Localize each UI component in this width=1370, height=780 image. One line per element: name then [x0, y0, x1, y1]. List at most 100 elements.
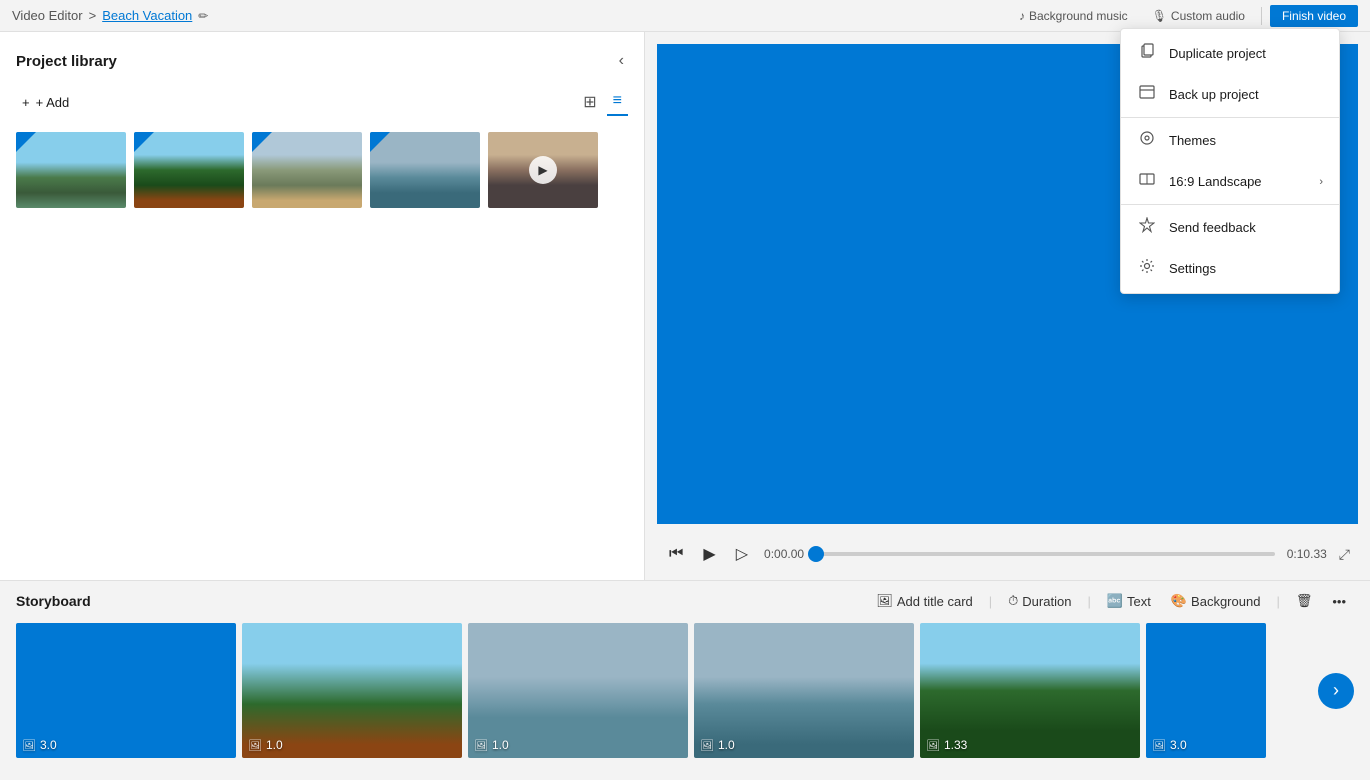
more-icon: •••: [1332, 594, 1346, 609]
clip-2[interactable]: 🖼 1.0: [242, 623, 462, 758]
menu-label-backup: Back up project: [1169, 87, 1259, 102]
landscape-icon: [1137, 171, 1157, 192]
background-music-btn[interactable]: ♪ Background music: [1011, 7, 1136, 25]
menu-divider-1: [1121, 117, 1339, 118]
clip-image-icon: 🖼: [1152, 739, 1166, 752]
clip-3[interactable]: 🖼 1.0: [468, 623, 688, 758]
media-thumb-5[interactable]: ▶: [488, 132, 598, 208]
time-total: 0:10.33: [1287, 547, 1327, 561]
clip-image-icon: 🖼: [22, 739, 36, 752]
menu-divider-2: [1121, 204, 1339, 205]
duration-btn[interactable]: ⏱ Duration: [1000, 589, 1079, 613]
media-thumb-1[interactable]: [16, 132, 126, 208]
pencil-icon: ✏: [198, 9, 208, 23]
duplicate-icon: [1137, 43, 1157, 64]
trash-icon: 🗑: [1296, 593, 1313, 609]
menu-item-backup[interactable]: Back up project: [1121, 74, 1339, 115]
finish-video-btn[interactable]: Finish video: [1270, 5, 1358, 27]
title-card-icon: 🖼: [876, 593, 893, 609]
separator: [1261, 7, 1262, 25]
corner-badge: [370, 132, 390, 152]
next-clip-btn[interactable]: ›: [1318, 673, 1354, 709]
clip-duration-6: 🖼 3.0: [1152, 738, 1187, 752]
clip-duration-1: 🖼 3.0: [22, 738, 57, 752]
rewind-btn[interactable]: ⏮: [665, 541, 687, 567]
delete-btn[interactable]: 🗑: [1288, 589, 1321, 613]
breadcrumb-sep: >: [89, 8, 97, 23]
separator-1: |: [989, 594, 992, 609]
menu-label-landscape: 16:9 Landscape: [1169, 174, 1262, 189]
text-icon: 🔤: [1107, 593, 1123, 609]
menu-label-duplicate: Duplicate project: [1169, 46, 1266, 61]
chevron-right-icon: ›: [1319, 176, 1323, 188]
menu-item-landscape[interactable]: 16:9 Landscape ›: [1121, 161, 1339, 202]
plus-icon: +: [22, 95, 30, 110]
corner-badge: [134, 132, 154, 152]
clip-image-icon: 🖼: [474, 739, 488, 752]
settings-icon: [1137, 258, 1157, 279]
play-icon: ▶: [529, 156, 557, 184]
breadcrumb-project[interactable]: Beach Vacation: [102, 8, 192, 23]
dropdown-menu: Duplicate project Back up project Themes: [1120, 28, 1340, 294]
add-media-btn[interactable]: + + Add: [16, 91, 75, 114]
time-current: 0:00.00: [764, 547, 804, 561]
grid-view-btn[interactable]: ⊞: [577, 88, 602, 116]
panel-header: Project library ‹: [16, 48, 628, 74]
menu-label-feedback: Send feedback: [1169, 220, 1256, 235]
play-btn[interactable]: ▶: [699, 540, 719, 568]
project-library-panel: Project library ‹ + + Add ⊞ ≡: [0, 32, 645, 580]
corner-badge: [252, 132, 272, 152]
themes-icon: [1137, 130, 1157, 151]
media-thumb-4[interactable]: [370, 132, 480, 208]
add-title-card-btn[interactable]: 🖼 Add title card: [868, 589, 980, 613]
feedback-icon: [1137, 217, 1157, 238]
clip-1[interactable]: 🖼 3.0: [16, 623, 236, 758]
clip-image-icon: 🖼: [926, 739, 940, 752]
clip-duration-5: 🖼 1.33: [926, 738, 967, 752]
breadcrumb-home[interactable]: Video Editor: [12, 8, 83, 23]
media-grid: ▶: [16, 132, 628, 208]
media-thumb-3[interactable]: [252, 132, 362, 208]
text-btn[interactable]: 🔤 Text: [1099, 589, 1159, 613]
clip-image-icon: 🖼: [248, 739, 262, 752]
media-thumb-2[interactable]: [134, 132, 244, 208]
progress-bar[interactable]: [816, 552, 1275, 556]
top-bar-actions: ♪ Background music 🎙 Custom audio Finish…: [1011, 5, 1358, 27]
clip-4[interactable]: 🖼 1.0: [694, 623, 914, 758]
backup-icon: [1137, 84, 1157, 105]
view-toggle: ⊞ ≡: [577, 88, 628, 116]
menu-item-feedback[interactable]: Send feedback: [1121, 207, 1339, 248]
breadcrumb: Video Editor > Beach Vacation ✏: [12, 8, 208, 23]
clip-6[interactable]: 🖼 3.0: [1146, 623, 1266, 758]
separator-3: |: [1276, 594, 1279, 609]
storyboard-header: Storyboard 🖼 Add title card | ⏱ Duration…: [16, 589, 1354, 613]
clip-duration-2: 🖼 1.0: [248, 738, 283, 752]
fullscreen-btn[interactable]: ⤢: [1339, 546, 1350, 563]
menu-item-settings[interactable]: Settings: [1121, 248, 1339, 289]
menu-label-settings: Settings: [1169, 261, 1216, 276]
separator-2: |: [1087, 594, 1090, 609]
storyboard-title: Storyboard: [16, 593, 91, 609]
skip-btn[interactable]: ▷: [732, 540, 752, 568]
background-icon: 🎨: [1171, 593, 1187, 609]
panel-title: Project library: [16, 53, 117, 70]
corner-badge: [16, 132, 36, 152]
custom-audio-btn[interactable]: 🎙 Custom audio: [1144, 7, 1253, 25]
menu-item-duplicate[interactable]: Duplicate project: [1121, 33, 1339, 74]
list-view-btn[interactable]: ≡: [607, 88, 628, 116]
panel-collapse-btn[interactable]: ‹: [615, 48, 628, 74]
music-icon: ♪: [1019, 9, 1025, 23]
clip-5[interactable]: 🖼 1.33: [920, 623, 1140, 758]
progress-thumb[interactable]: [808, 546, 824, 562]
menu-label-themes: Themes: [1169, 133, 1216, 148]
more-options-btn[interactable]: •••: [1324, 590, 1354, 613]
clip-image-icon: 🖼: [700, 739, 714, 752]
background-btn[interactable]: 🎨 Background: [1163, 589, 1269, 613]
progress-container[interactable]: [816, 552, 1275, 556]
storyboard: Storyboard 🖼 Add title card | ⏱ Duration…: [0, 580, 1370, 780]
duration-icon: ⏱: [1008, 593, 1018, 609]
panel-toolbar: + + Add ⊞ ≡: [16, 88, 628, 116]
storyboard-actions: 🖼 Add title card | ⏱ Duration | 🔤 Text 🎨…: [868, 589, 1354, 613]
video-controls: ⏮ ▶ ▷ 0:00.00 0:10.33 ⤢: [657, 540, 1358, 568]
menu-item-themes[interactable]: Themes: [1121, 120, 1339, 161]
